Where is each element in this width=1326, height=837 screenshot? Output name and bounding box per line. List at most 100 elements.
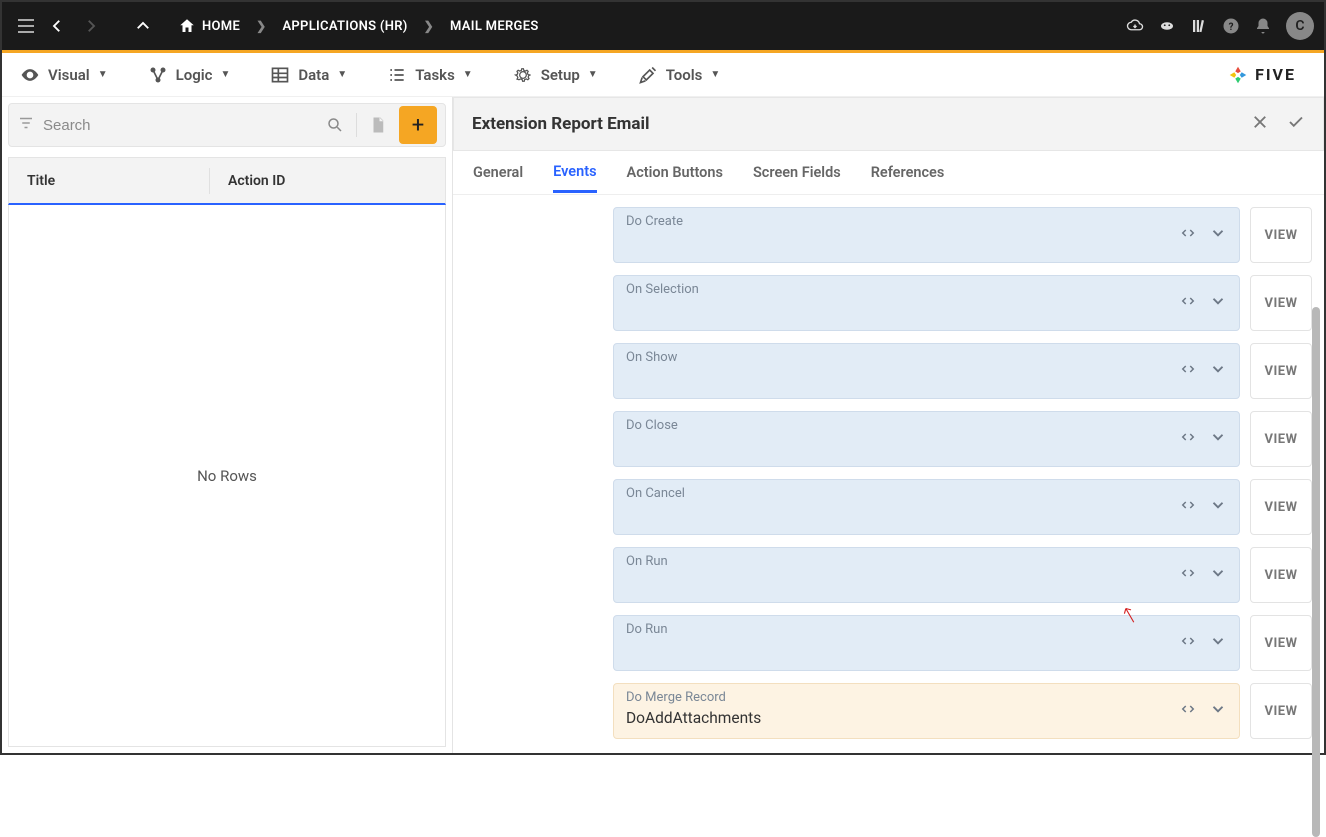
hamburger-menu[interactable]: [12, 13, 40, 39]
event-icons: [1179, 632, 1227, 654]
view-button[interactable]: VIEW: [1250, 683, 1312, 739]
event-card[interactable]: On Run: [613, 547, 1240, 603]
assistant-icon[interactable]: [1158, 17, 1176, 35]
event-label: On Selection: [626, 282, 699, 297]
code-icon[interactable]: [1179, 360, 1197, 382]
menu-tools[interactable]: Tools▼: [638, 65, 721, 85]
event-card[interactable]: Do Create: [613, 207, 1240, 263]
breadcrumb-home[interactable]: HOME: [170, 17, 248, 35]
code-icon[interactable]: [1179, 292, 1197, 314]
chevron-down-icon[interactable]: [1209, 496, 1227, 518]
code-icon[interactable]: [1179, 632, 1197, 654]
search-bar: +: [8, 103, 446, 147]
page-title: Extension Report Email: [472, 114, 650, 134]
event-row: Do Close VIEW: [613, 411, 1312, 467]
chevron-down-icon[interactable]: [1209, 292, 1227, 314]
five-logo-icon: [1227, 64, 1249, 86]
breadcrumb-applications[interactable]: APPLICATIONS (HR): [274, 19, 415, 34]
event-label: On Run: [626, 554, 668, 569]
avatar[interactable]: C: [1286, 12, 1314, 40]
bell-icon[interactable]: [1254, 17, 1272, 35]
close-icon[interactable]: [1251, 113, 1269, 136]
no-rows-label: No Rows: [197, 467, 257, 485]
column-actionid[interactable]: Action ID: [209, 168, 445, 194]
confirm-icon[interactable]: [1287, 113, 1305, 136]
add-button[interactable]: +: [399, 106, 437, 144]
brand-logo: FIVE: [1227, 64, 1306, 86]
view-button[interactable]: VIEW: [1250, 343, 1312, 399]
document-icon[interactable]: [363, 116, 393, 134]
tab-references[interactable]: References: [871, 154, 945, 191]
event-label: On Cancel: [626, 486, 685, 501]
chevron-right-icon: ❯: [252, 19, 270, 33]
code-icon[interactable]: [1179, 700, 1197, 722]
event-row: On Cancel VIEW: [613, 479, 1312, 535]
help-icon[interactable]: ?: [1222, 17, 1240, 35]
home-icon: [178, 17, 196, 35]
event-icons: [1179, 700, 1227, 722]
event-row: Do Merge Record DoAddAttachments VIEW: [613, 683, 1312, 739]
chevron-down-icon[interactable]: [1209, 632, 1227, 654]
event-card[interactable]: Do Run: [613, 615, 1240, 671]
tools-icon: [638, 65, 658, 85]
filter-icon[interactable]: [17, 114, 35, 136]
event-value: DoAddAttachments: [626, 709, 761, 727]
scrollbar[interactable]: [1312, 307, 1320, 837]
nav-up[interactable]: [126, 9, 160, 43]
search-input[interactable]: [43, 117, 320, 134]
menu-tasks[interactable]: Tasks▼: [387, 65, 473, 85]
gear-icon: [513, 65, 533, 85]
menu-setup[interactable]: Setup▼: [513, 65, 598, 85]
event-card[interactable]: Do Close: [613, 411, 1240, 467]
breadcrumb-mailmerges[interactable]: MAIL MERGES: [442, 19, 547, 34]
tab-action-buttons[interactable]: Action Buttons: [627, 154, 723, 191]
column-title[interactable]: Title: [9, 173, 209, 189]
chevron-down-icon[interactable]: [1209, 564, 1227, 586]
event-card[interactable]: On Show: [613, 343, 1240, 399]
code-icon[interactable]: [1179, 564, 1197, 586]
event-label: On Show: [626, 350, 677, 365]
chevron-down-icon[interactable]: [1209, 700, 1227, 722]
view-button[interactable]: VIEW: [1250, 479, 1312, 535]
event-label: Do Create: [626, 214, 683, 229]
code-icon[interactable]: [1179, 496, 1197, 518]
event-label: Do Merge Record: [626, 690, 726, 705]
event-label: Do Run: [626, 622, 668, 637]
eye-icon: [20, 65, 40, 85]
event-card[interactable]: On Cancel: [613, 479, 1240, 535]
event-label: Do Close: [626, 418, 678, 433]
chevron-right-icon: ❯: [420, 19, 438, 33]
cloud-sync-icon[interactable]: [1126, 17, 1144, 35]
view-button[interactable]: VIEW: [1250, 207, 1312, 263]
svg-text:?: ?: [1229, 22, 1234, 33]
nav-forward: [74, 9, 108, 43]
divider: [356, 113, 357, 137]
logic-icon: [148, 65, 168, 85]
view-button[interactable]: VIEW: [1250, 547, 1312, 603]
events-list[interactable]: Do Create VIEW On Selection VIEW On Show VIEW…: [453, 195, 1324, 753]
event-row: On Run VIEW: [613, 547, 1312, 603]
nav-back[interactable]: [40, 9, 74, 43]
tab-general[interactable]: General: [473, 154, 523, 191]
menu-logic[interactable]: Logic▼: [148, 65, 231, 85]
grid-body: No Rows: [8, 205, 446, 747]
chevron-down-icon[interactable]: [1209, 224, 1227, 246]
library-icon[interactable]: [1190, 17, 1208, 35]
breadcrumb-home-label: HOME: [202, 19, 240, 34]
event-icons: [1179, 564, 1227, 586]
search-icon[interactable]: [320, 116, 350, 134]
tab-screen-fields[interactable]: Screen Fields: [753, 154, 841, 191]
event-card[interactable]: Do Merge Record DoAddAttachments: [613, 683, 1240, 739]
breadcrumb: HOME ❯ APPLICATIONS (HR) ❯ MAIL MERGES: [170, 17, 547, 35]
menu-data[interactable]: Data▼: [270, 65, 347, 85]
code-icon[interactable]: [1179, 428, 1197, 450]
view-button[interactable]: VIEW: [1250, 275, 1312, 331]
view-button[interactable]: VIEW: [1250, 411, 1312, 467]
chevron-down-icon[interactable]: [1209, 360, 1227, 382]
code-icon[interactable]: [1179, 224, 1197, 246]
tab-events[interactable]: Events: [553, 153, 596, 193]
view-button[interactable]: VIEW: [1250, 615, 1312, 671]
menu-visual[interactable]: Visual▼: [20, 65, 108, 85]
event-card[interactable]: On Selection: [613, 275, 1240, 331]
chevron-down-icon[interactable]: [1209, 428, 1227, 450]
